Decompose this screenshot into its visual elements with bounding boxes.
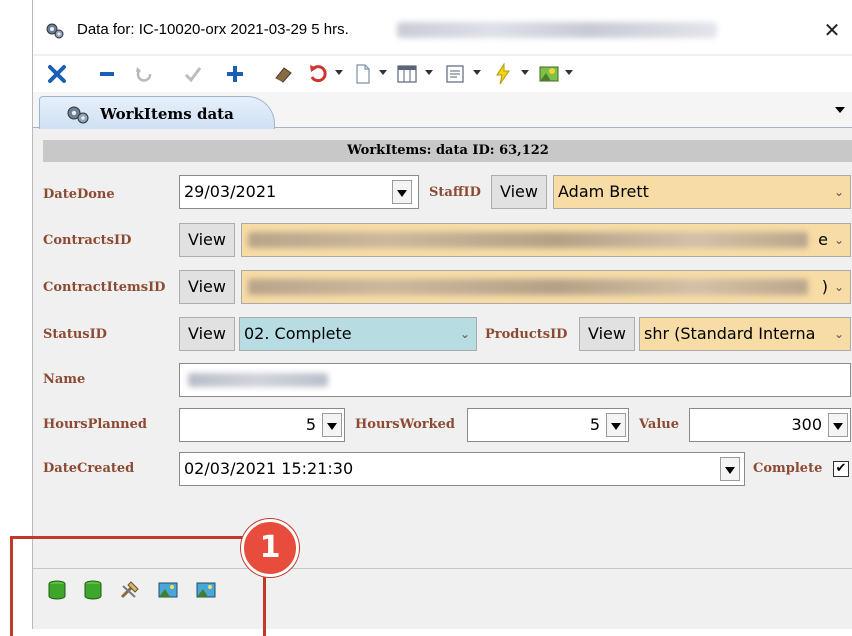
productsid-value: shr (Standard Interna xyxy=(644,324,816,343)
contractitemsid-combo[interactable]: ) ⌄ xyxy=(241,270,851,304)
workitems-form: WorkItems: data ID: 63,122 DateDone 29/0… xyxy=(33,129,852,569)
statusid-value: 02. Complete xyxy=(244,324,352,343)
chevron-down-icon: ⌄ xyxy=(833,280,845,294)
productsid-view-button[interactable]: View xyxy=(579,317,635,351)
datedone-value: 29/03/2021 xyxy=(184,182,277,201)
label-contractitemsid: ContractItemsID xyxy=(43,280,166,295)
undo-icon[interactable] xyxy=(307,62,331,86)
image-export-icon[interactable] xyxy=(157,580,178,600)
database-green-icon[interactable] xyxy=(83,580,103,600)
datedone-field[interactable]: 29/03/2021 xyxy=(179,175,419,209)
label-complete: Complete xyxy=(753,461,823,476)
tools-icon[interactable] xyxy=(119,580,139,600)
columns-dropdown-icon[interactable] xyxy=(425,70,433,75)
refresh-icon[interactable] xyxy=(133,62,157,86)
contractsid-redacted-value xyxy=(248,232,808,248)
add-icon[interactable] xyxy=(223,62,247,86)
close-window-button[interactable]: ✕ xyxy=(817,16,847,44)
label-hoursplanned: HoursPlanned xyxy=(43,417,147,432)
chevron-down-icon: ⌄ xyxy=(833,327,845,341)
productsid-combo[interactable]: shr (Standard Interna ⌄ xyxy=(639,317,851,351)
tab-label: WorkItems data xyxy=(100,105,234,123)
hoursplanned-value: 5 xyxy=(305,415,316,434)
tab-workitems-data[interactable]: WorkItems data xyxy=(39,96,275,129)
document-dropdown-icon[interactable] xyxy=(379,70,387,75)
app-icon xyxy=(45,22,65,40)
database-green-icon[interactable] xyxy=(47,580,67,600)
title-redacted-text xyxy=(397,22,717,38)
form-header: WorkItems: data ID: 63,122 xyxy=(43,140,852,162)
form-icon[interactable] xyxy=(443,62,467,86)
contractitemsid-redacted-value xyxy=(248,279,808,295)
lightning-dropdown-icon[interactable] xyxy=(521,70,529,75)
value-field[interactable]: 300 xyxy=(689,408,851,442)
new-document-icon[interactable] xyxy=(351,62,375,86)
form-dropdown-icon[interactable] xyxy=(473,70,481,75)
footer-toolbar xyxy=(33,569,852,609)
datecreated-field[interactable]: 02/03/2021 15:21:30 xyxy=(179,452,745,486)
hoursplanned-field[interactable]: 5 xyxy=(179,408,345,442)
contractsid-view-button[interactable]: View xyxy=(179,223,235,257)
datecreated-dropdown-icon[interactable] xyxy=(720,457,740,481)
toolbar xyxy=(33,56,852,92)
label-value: Value xyxy=(639,417,679,432)
contractsid-trailing-text: e xyxy=(818,230,828,249)
image-dropdown-icon[interactable] xyxy=(565,70,573,75)
image-icon[interactable] xyxy=(537,62,561,86)
hoursworked-dropdown-icon[interactable] xyxy=(606,413,626,437)
undo-dropdown-icon[interactable] xyxy=(335,70,343,75)
label-name: Name xyxy=(43,372,86,387)
statusid-combo[interactable]: 02. Complete ⌄ xyxy=(239,317,477,351)
chevron-down-icon: ⌄ xyxy=(833,233,845,247)
label-staffid: StaffID xyxy=(429,185,481,200)
cancel-icon[interactable] xyxy=(45,62,69,86)
contractitemsid-view-button[interactable]: View xyxy=(179,270,235,304)
label-datecreated: DateCreated xyxy=(43,461,135,476)
tab-menu-dropdown-icon[interactable] xyxy=(831,98,849,122)
hoursworked-value: 5 xyxy=(589,415,600,434)
title-bar: Data for: IC-10020-orx 2021-03-29 5 hrs.… xyxy=(33,0,852,54)
value-dropdown-icon[interactable] xyxy=(828,413,848,437)
staffid-value: Adam Brett xyxy=(558,182,649,201)
datedone-dropdown-icon[interactable] xyxy=(392,180,412,204)
label-datedone: DateDone xyxy=(43,187,115,202)
window-title: Data for: IC-10020-orx 2021-03-29 5 hrs. xyxy=(77,21,349,38)
hoursplanned-dropdown-icon[interactable] xyxy=(322,413,342,437)
check-icon[interactable] xyxy=(181,62,205,86)
tab-strip: WorkItems data xyxy=(33,92,852,129)
name-field[interactable] xyxy=(179,363,851,397)
complete-checkbox[interactable]: ✔ xyxy=(833,461,849,477)
staffid-combo[interactable]: Adam Brett ⌄ xyxy=(553,175,851,209)
label-productsid: ProductsID xyxy=(485,327,568,342)
data-window: Data for: IC-10020-orx 2021-03-29 5 hrs.… xyxy=(32,0,852,629)
annotation-badge: 1 xyxy=(241,519,299,577)
image-import-icon[interactable] xyxy=(195,580,216,600)
label-hoursworked: HoursWorked xyxy=(355,417,456,432)
label-statusid: StatusID xyxy=(43,327,107,342)
contractsid-combo[interactable]: e ⌄ xyxy=(241,223,851,257)
name-redacted-value xyxy=(188,373,328,387)
staffid-view-button[interactable]: View xyxy=(491,175,547,209)
contractitemsid-trailing-text: ) xyxy=(821,277,828,296)
statusid-view-button[interactable]: View xyxy=(179,317,235,351)
chevron-down-icon: ⌄ xyxy=(833,185,845,199)
columns-icon[interactable] xyxy=(395,62,419,86)
chevron-down-icon: ⌄ xyxy=(459,327,471,341)
lightning-icon[interactable] xyxy=(491,62,515,86)
label-contractsid: ContractsID xyxy=(43,233,132,248)
datecreated-value: 02/03/2021 15:21:30 xyxy=(184,459,354,478)
eraser-icon[interactable] xyxy=(271,62,295,86)
gears-icon xyxy=(66,105,92,129)
hoursworked-field[interactable]: 5 xyxy=(467,408,629,442)
value-value: 300 xyxy=(791,415,822,434)
minus-icon[interactable] xyxy=(95,62,119,86)
